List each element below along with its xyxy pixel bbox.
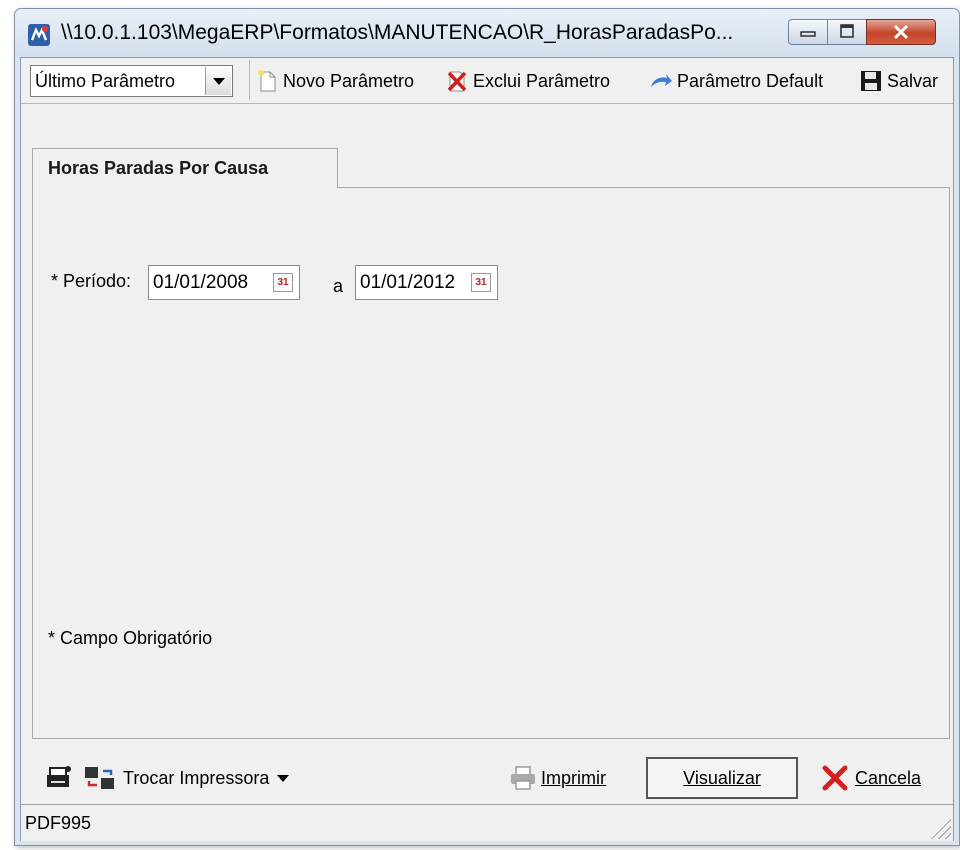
window-title: \\10.0.1.103\MegaERP\Formatos\MANUTENCAO… (61, 21, 734, 44)
parameter-select[interactable]: Último Parâmetro (30, 65, 233, 97)
maximize-icon (840, 24, 854, 38)
period-label: * Período: (51, 271, 132, 291)
delete-parameter-button[interactable]: Exclui Parâmetro (445, 68, 610, 94)
delete-document-icon (447, 71, 467, 92)
delete-parameter-label: Exclui Parâmetro (473, 70, 611, 91)
parameter-select-value: Último Parâmetro (35, 71, 176, 91)
calendar-icon[interactable]: 31 (471, 273, 491, 292)
change-printer-label: Trocar Impressora (123, 767, 270, 788)
new-document-icon (258, 70, 276, 92)
tab-panel: * Período: 01/01/2008 31 a 01/01/2012 31… (32, 187, 950, 739)
close-button[interactable] (866, 19, 936, 45)
cancel-label: Cancela (855, 767, 922, 788)
minimize-button[interactable] (788, 19, 828, 45)
date-range-separator: a (333, 276, 344, 296)
date-from-value: 01/01/2008 (153, 272, 249, 293)
print-label: Imprimir (541, 767, 606, 788)
tab-label: Horas Paradas Por Causa (48, 158, 269, 178)
save-button[interactable]: Salvar (859, 68, 938, 94)
maximize-button[interactable] (827, 19, 867, 45)
swap-printer-icon (85, 767, 114, 789)
date-to-value: 01/01/2012 (360, 272, 456, 293)
printer-settings-button[interactable] (43, 763, 73, 793)
printer-settings-icon (47, 766, 71, 787)
calendar-icon[interactable]: 31 (273, 273, 293, 292)
minimize-icon (800, 31, 816, 37)
new-parameter-label: Novo Parâmetro (283, 70, 415, 91)
default-parameter-label: Parâmetro Default (677, 70, 824, 91)
visualize-label: Visualizar (683, 768, 761, 788)
toolbar-divider (249, 60, 250, 100)
required-field-note: * Campo Obrigatório (48, 628, 213, 648)
dropdown-arrow-icon (277, 775, 290, 782)
default-parameter-button[interactable]: Parâmetro Default (649, 68, 823, 94)
report-window: \\10.0.1.103\MegaERP\Formatos\MANUTENCAO… (14, 8, 960, 846)
cancel-button[interactable]: Cancela (821, 763, 921, 793)
print-button[interactable]: Imprimir (509, 763, 606, 793)
dialog-body: Último Parâmetro Novo Parâmetro Exclui P… (20, 57, 954, 841)
save-label: Salvar (887, 70, 939, 91)
printer-name-status: PDF995 (25, 813, 92, 833)
megaerp-app-icon (28, 24, 50, 46)
tab-horas-paradas[interactable]: Horas Paradas Por Causa (32, 148, 338, 188)
status-bar: PDF995 (21, 804, 953, 841)
default-arrow-icon (651, 74, 672, 87)
close-icon (893, 24, 909, 40)
parameter-toolbar: Último Parâmetro Novo Parâmetro Exclui P… (21, 58, 953, 104)
new-parameter-button[interactable]: Novo Parâmetro (255, 68, 414, 94)
floppy-disk-icon (861, 71, 881, 91)
change-printer-button[interactable]: Trocar Impressora (83, 763, 291, 793)
title-bar[interactable]: \\10.0.1.103\MegaERP\Formatos\MANUTENCAO… (15, 9, 959, 57)
printer-icon (511, 766, 535, 790)
resize-grip-icon[interactable] (931, 819, 951, 839)
visualize-button[interactable]: Visualizar (646, 757, 798, 799)
action-bar: Trocar Impressora Imprimir Visualizar Ca… (21, 753, 953, 803)
cancel-x-icon (822, 765, 848, 791)
chevron-down-icon[interactable] (205, 67, 231, 95)
date-to-input[interactable]: 01/01/2012 31 (355, 265, 498, 300)
date-from-input[interactable]: 01/01/2008 31 (148, 265, 300, 300)
